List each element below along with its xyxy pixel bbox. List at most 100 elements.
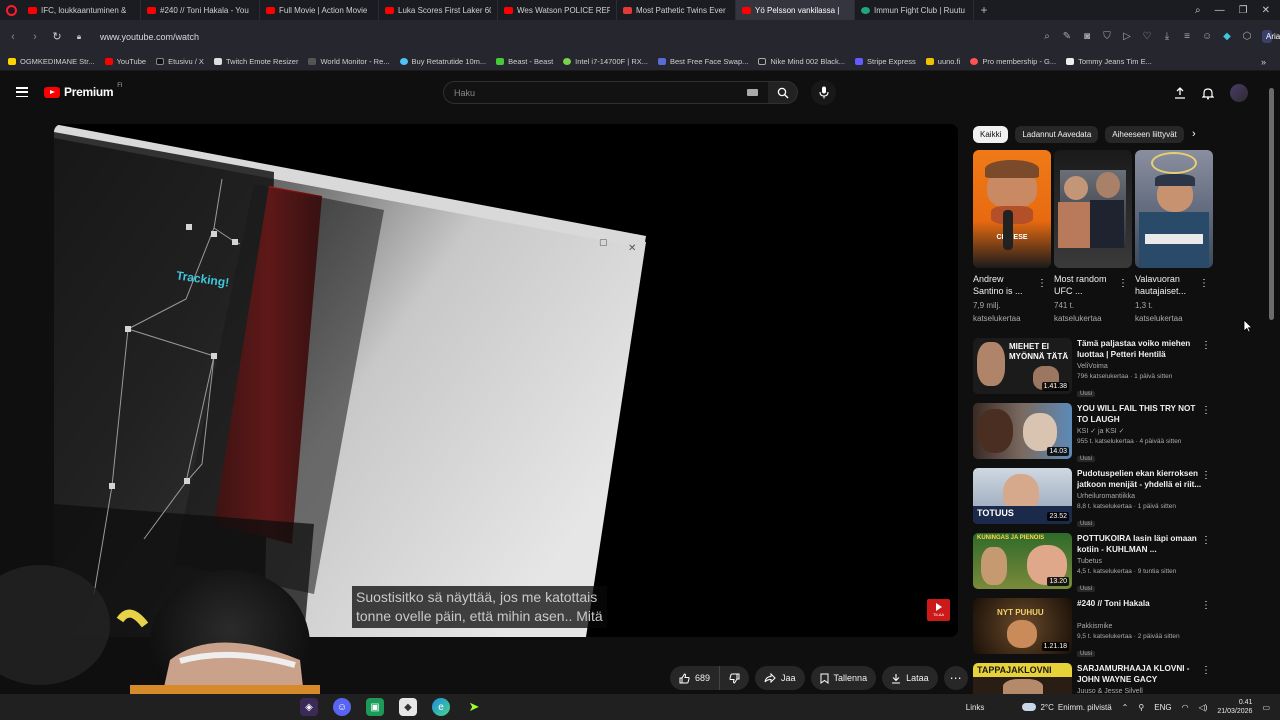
search-input[interactable] (444, 82, 734, 103)
bookmarks-overflow-icon[interactable]: » (1261, 57, 1266, 67)
minimize-icon[interactable]: — (1215, 5, 1225, 16)
heart-icon[interactable]: ♡ (1142, 31, 1152, 42)
recommendation-title[interactable]: YOU WILL FAIL THIS TRY NOT TO LAUGH (1077, 403, 1202, 425)
video-thumbnail[interactable]: MIEHET EI MYÖNNÄ TÄTÄ 1.41.38 (973, 338, 1072, 394)
video-thumbnail[interactable]: NYT PUHUU 1.21.18 (973, 598, 1072, 654)
new-tab-icon[interactable]: + (974, 3, 994, 17)
recommendation-item[interactable]: 14.03 YOU WILL FAIL THIS TRY NOT TO LAUG… (973, 403, 1213, 468)
bookmark-item[interactable]: Nike Mind 002 Black... (758, 57, 845, 66)
language-indicator[interactable]: ENG (1154, 703, 1171, 712)
video-thumbnail[interactable]: TAPPAJAKLOVNI (973, 663, 1072, 697)
close-icon[interactable]: ✕ (1262, 5, 1270, 16)
recommendation-menu-icon[interactable]: ⋮ (1201, 405, 1211, 416)
chip-related[interactable]: Aiheeseen liittyvät (1105, 125, 1184, 143)
video-thumbnail[interactable]: TOTUUS 23.52 (973, 468, 1072, 524)
bookmark-item[interactable]: OGMKEDIMANE Str... (8, 57, 95, 66)
bookmark-item[interactable]: YouTube (104, 57, 146, 66)
short-card[interactable]: Most random UFC ... 741 t. katselukertaa … (1054, 150, 1132, 325)
browser-tab[interactable]: Wes Watson POLICE REPO (498, 0, 617, 20)
maximize-icon[interactable]: ❐ (1239, 5, 1248, 16)
bookmark-item[interactable]: Stripe Express (855, 57, 916, 66)
youtube-premium-logo[interactable]: Premium FI (44, 83, 123, 99)
clock[interactable]: 0.41 21/03/2026 (1217, 698, 1252, 716)
short-thumbnail[interactable] (1054, 150, 1132, 268)
back-icon[interactable]: ‹ (8, 31, 18, 43)
short-thumbnail[interactable] (1135, 150, 1213, 268)
browser-tab[interactable]: Full Movie | Action Movie (260, 0, 379, 20)
recommendation-menu-icon[interactable]: ⋮ (1201, 340, 1211, 351)
camera-icon[interactable]: ◙ (1082, 31, 1092, 42)
voice-search-button[interactable] (811, 80, 836, 105)
download-button[interactable]: Lataa (882, 666, 938, 690)
bell-icon[interactable] (1202, 87, 1214, 100)
app-icon[interactable]: ▣ (366, 698, 384, 716)
bookmark-item[interactable]: Etusivu / X (156, 57, 204, 66)
recommendation-title[interactable]: Tämä paljastaa voiko miehen luottaa | Pe… (1077, 338, 1202, 360)
browser-tab[interactable]: Most Pathetic Twins Ever (617, 0, 736, 20)
download-icon[interactable]: ⤓ (1162, 31, 1172, 42)
chip-channel[interactable]: Ladannut Aavedata (1015, 125, 1099, 143)
video-thumbnail[interactable]: KUNINGAS JA PIENOIS 13.20 (973, 533, 1072, 589)
tray-chevron-icon[interactable]: ⌃ (1122, 703, 1129, 712)
browser-tab[interactable]: Immun Fight Club | Ruutu (855, 0, 974, 20)
upload-icon[interactable] (1174, 87, 1186, 99)
chip-all[interactable]: Kaikki (973, 125, 1009, 143)
video-thumbnail[interactable]: 14.03 (973, 403, 1072, 459)
channel-name[interactable]: Pakkismike (1077, 622, 1202, 632)
short-title[interactable]: Valavuoran hautajaiset... (1135, 273, 1197, 297)
volume-icon[interactable]: ◁) (1199, 703, 1208, 712)
bookmark-item[interactable]: World Monitor - Re... (308, 57, 390, 66)
recommendation-item[interactable]: MIEHET EI MYÖNNÄ TÄTÄ 1.41.38 Tämä palja… (973, 338, 1213, 403)
video-player[interactable]: ▢ ✕ Tracking! Suostisitko sä näyttää, jo (54, 124, 958, 637)
share-button[interactable]: Jaa (755, 666, 805, 690)
recommendation-menu-icon[interactable]: ⋮ (1201, 535, 1211, 546)
recommendation-menu-icon[interactable]: ⋮ (1201, 470, 1211, 481)
bookmark-item[interactable]: Twitch Emote Resizer (213, 57, 298, 66)
bookmark-item[interactable]: uuno.fi (925, 57, 960, 66)
extension-icon[interactable]: ◆ (1222, 31, 1232, 42)
recommendation-item[interactable]: TAPPAJAKLOVNI SARJAMURHAAJA KLOVNI - JOH… (973, 663, 1213, 697)
browser-tab-active[interactable]: Yö Pelsson vankilassa | (736, 0, 855, 20)
search-icon[interactable]: ⌕ (1042, 31, 1052, 42)
recommendation-title[interactable]: POTTUKOIRA lasin läpi omaan kotiin - KUH… (1077, 533, 1202, 555)
bookmark-item[interactable]: Intel i7-14700F | RX... (563, 57, 648, 66)
account-avatar[interactable] (1230, 84, 1248, 102)
cube-icon[interactable]: ⬡ (1242, 31, 1252, 42)
recommendation-menu-icon[interactable]: ⋮ (1201, 665, 1211, 676)
page-scrollbar[interactable] (1268, 80, 1275, 690)
recommendation-title[interactable]: #240 // Toni Hakala (1077, 598, 1202, 620)
links-toolbar[interactable]: Links (966, 703, 985, 712)
recommendation-title[interactable]: SARJAMURHAAJA KLOVNI - JOHN WAYNE GACY (1077, 663, 1202, 685)
aria-button[interactable]: Aria (1262, 30, 1280, 43)
play-icon[interactable]: ▷ (1122, 31, 1132, 42)
hamburger-menu-icon[interactable] (16, 87, 28, 97)
search-tabs-icon[interactable]: ⌕ (1195, 5, 1201, 16)
short-title[interactable]: Andrew Santino is ... (973, 273, 1035, 297)
short-menu-icon[interactable]: ⋮ (1118, 278, 1128, 289)
browser-tab[interactable]: Luka Scores First Laker 60 (379, 0, 498, 20)
short-card[interactable]: Valavuoran hautajaiset... 1,3 t. katseluk… (1135, 150, 1213, 325)
recommendation-title[interactable]: Pudotuspelien ekan kierroksen jatkoon me… (1077, 468, 1202, 490)
short-title[interactable]: Most random UFC ... (1054, 273, 1116, 297)
like-button[interactable]: 689 (670, 666, 721, 690)
channel-name[interactable]: Tubetus (1077, 557, 1202, 567)
discord-icon[interactable]: ☺ (333, 698, 351, 716)
keyboard-icon[interactable] (747, 89, 758, 96)
lock-icon[interactable]: 🔒︎ (74, 32, 84, 42)
short-card[interactable]: CHINESE Andrew Santino is ... 7,9 milj.k… (973, 150, 1051, 325)
browser-tab[interactable]: IFC, loukkaantuminen & (22, 0, 141, 20)
edit-icon[interactable]: ✎ (1062, 31, 1072, 42)
bookmark-item[interactable]: Pro membership - G... (970, 57, 1056, 66)
scrollbar-thumb[interactable] (1269, 88, 1274, 320)
reload-icon[interactable]: ↻ (52, 30, 62, 43)
search-button[interactable] (768, 81, 798, 104)
bookmark-item[interactable]: Beast - Beast (496, 57, 553, 66)
app-icon[interactable]: ◆ (399, 698, 417, 716)
edge-icon[interactable]: e (432, 698, 450, 716)
weather-widget[interactable]: 2°C Enimm. pilvistä (1022, 703, 1112, 712)
dislike-button[interactable] (720, 666, 750, 690)
forward-icon[interactable]: › (30, 31, 40, 43)
menu-icon[interactable]: ≡ (1182, 31, 1192, 42)
app-icon[interactable]: ➤ (465, 698, 483, 716)
bookmark-item[interactable]: Tommy Jeans Tim E... (1066, 57, 1152, 66)
